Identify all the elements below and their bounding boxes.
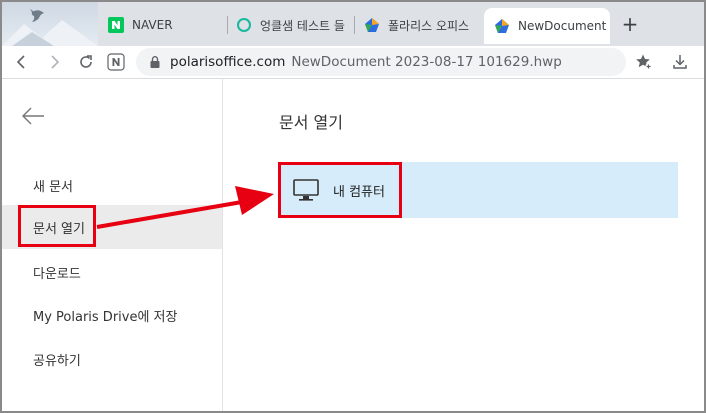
sidebar-item-label: 다운로드 [33, 266, 81, 282]
tab-uncle-sam-test[interactable]: 엉클샘 테스트 들 [236, 12, 348, 38]
sidebar-item-download[interactable]: 다운로드 [2, 250, 222, 294]
back-arrow-icon[interactable] [20, 105, 46, 127]
chevron-right-icon [51, 55, 60, 69]
reload-icon [80, 55, 92, 68]
sidebar-item-save-to-drive[interactable]: My Polaris Drive에 저장 [2, 293, 222, 337]
new-tab-button[interactable]: + [620, 14, 640, 34]
sidebar-item-label: 새 문서 [33, 179, 74, 195]
annotation-highlight-box [278, 162, 402, 218]
window-frame: NAVER 엉클샘 테스트 들 폴라리스 오피스 NewDocument + p… [0, 0, 706, 413]
download-icon [673, 55, 687, 69]
tab-separator [354, 16, 355, 34]
tab-strip: NAVER 엉클샘 테스트 들 폴라리스 오피스 NewDocument + [2, 2, 704, 46]
polaris-icon [495, 19, 509, 33]
annotation-highlight-box [18, 205, 96, 247]
page-title: 문서 열기 [279, 113, 343, 132]
forward-button[interactable] [44, 52, 64, 72]
tab-separator [227, 16, 228, 34]
tab-new-document[interactable]: NewDocument [484, 8, 610, 44]
theme-background-image [2, 2, 98, 46]
chevron-left-icon [16, 55, 25, 69]
reload-button[interactable] [76, 52, 96, 72]
tab-title: 엉클샘 테스트 들 [260, 18, 345, 33]
back-button[interactable] [12, 52, 32, 72]
tab-polaris-office[interactable]: 폴라리스 오피스 [364, 12, 476, 38]
bird-icon [2, 9, 98, 46]
polaris-icon [365, 18, 379, 32]
sidebar-item-label: My Polaris Drive에 저장 [33, 309, 178, 325]
circle-icon [237, 18, 251, 32]
address-bar[interactable]: polarisoffice.com NewDocument 2023-08-17 … [136, 48, 626, 76]
sidebar-item-new-document[interactable]: 새 문서 [2, 163, 222, 207]
favorites-button[interactable] [634, 52, 654, 72]
sidebar-item-label: 공유하기 [33, 353, 81, 369]
lock-icon[interactable] [148, 55, 162, 69]
main-panel: 문서 열기 내 컴퓨터 [223, 79, 704, 411]
browser-toolbar: polarisoffice.com NewDocument 2023-08-17 … [2, 46, 704, 79]
naver-shortcut-button[interactable] [106, 52, 126, 72]
tab-naver[interactable]: NAVER [108, 12, 220, 38]
url-host: polarisoffice.com [170, 54, 286, 70]
star-add-icon [636, 54, 652, 70]
url-text[interactable]: polarisoffice.com NewDocument 2023-08-17 … [170, 54, 562, 70]
tab-title: NewDocument [518, 19, 607, 33]
url-path: NewDocument 2023-08-17 101629.hwp [291, 54, 562, 70]
sidebar-item-share[interactable]: 공유하기 [2, 337, 222, 381]
naver-icon [108, 17, 124, 33]
tab-title: NAVER [132, 18, 173, 32]
download-button[interactable] [670, 52, 690, 72]
naver-outline-icon [107, 53, 125, 71]
tab-title: 폴라리스 오피스 [388, 18, 470, 33]
